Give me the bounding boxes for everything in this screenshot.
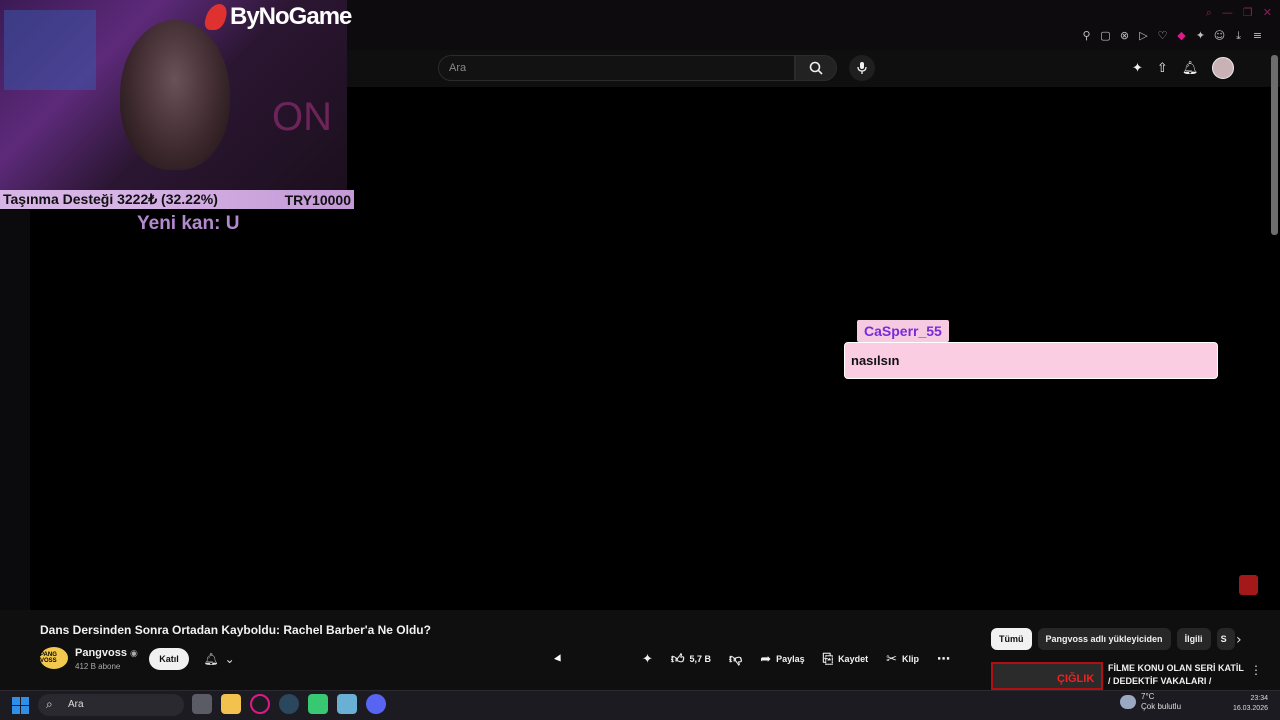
file-explorer-icon[interactable] <box>221 694 241 714</box>
ask-button[interactable]: ✦ <box>636 648 659 670</box>
heart-icon[interactable]: ♡ <box>1156 29 1169 42</box>
chip-from-uploader[interactable]: Pangvoss adlı yükleyiciden <box>1037 628 1171 650</box>
channel-name[interactable]: Pangvoss ◉ <box>75 647 138 659</box>
puzzle-icon[interactable]: ✦ <box>1194 29 1207 42</box>
system-clock[interactable]: 23:34 16.03.2026 <box>1226 694 1268 714</box>
search-input[interactable]: Ara <box>438 55 795 81</box>
recommended-video-title[interactable]: FİLME KONU OLAN SERİ KATİL / DEDEKTİF VA… <box>1108 662 1248 688</box>
neon-sign: ON <box>272 95 332 139</box>
taskbar-apps <box>192 694 386 714</box>
task-view-icon[interactable] <box>192 694 212 714</box>
profile-icon[interactable]: ☺ <box>1213 29 1226 42</box>
window-controls[interactable]: ⌕ — ❐ ✕ <box>1206 6 1272 20</box>
discord-icon[interactable] <box>366 694 386 714</box>
chip-related[interactable]: İlgili <box>1176 628 1211 650</box>
close-icon[interactable]: ✕ <box>1263 6 1272 20</box>
donation-goal-bar: Taşınma Desteği 3222₺ (32.22%) TRY10000 <box>0 190 354 209</box>
voice-search-button[interactable] <box>849 55 875 81</box>
settings-app-icon[interactable] <box>337 694 357 714</box>
share-icon: ➦ <box>760 651 772 667</box>
clock-date: 16.03.2026 <box>1232 705 1268 712</box>
chip-partial[interactable]: S <box>1216 628 1235 650</box>
channel-name-text[interactable]: Pangvoss <box>75 647 127 659</box>
taskbar-search[interactable]: Ara <box>38 694 184 716</box>
background-poster <box>4 10 96 90</box>
notification-bell-icon[interactable]: 🔔︎ <box>1182 61 1199 76</box>
weather-desc: Çok bulutlu <box>1141 702 1182 711</box>
search-icon[interactable]: ⌕ <box>1206 6 1212 20</box>
chevron-down-icon: ⌄ <box>224 652 235 666</box>
upload-icon[interactable]: ⇧ <box>1157 61 1168 76</box>
clock-time: 23:34 <box>1250 695 1268 702</box>
recommendation-chips: Tümü Pangvoss adlı yükleyiciden İlgili S <box>991 628 1235 650</box>
search-button[interactable] <box>795 55 837 81</box>
weather-text: 7°C Çok bulutlu <box>1141 692 1181 712</box>
bookmark-icon: ⎘ <box>822 651 834 667</box>
cloud-icon <box>1120 695 1136 709</box>
thumbs-down-icon: 👎︎ <box>729 651 743 667</box>
verified-icon: ◉ <box>130 649 138 659</box>
weather-temp: 7°C <box>1141 692 1155 701</box>
bynogame-logo: ByNoGame <box>202 3 352 31</box>
sparkle-icon[interactable]: ✦ <box>1132 61 1143 76</box>
clip-button[interactable]: ✂ Klip <box>880 648 925 670</box>
scrollbar-thumb[interactable] <box>1271 55 1278 235</box>
video-actions: ✦ 👍︎ 5,7 B 👎︎ ➦ Paylaş ⎘ Kaydet ✂ Klip ⋯ <box>636 648 956 670</box>
chat-message: nasılsın <box>844 342 1218 379</box>
thumbnail-text: ÇIĞLIK <box>1057 673 1095 685</box>
header-actions: ✦ ⇧ 🔔︎ <box>1132 57 1235 79</box>
browser-toolbar: ⚲ ▢ ⊗ ▷ ♡ ◆ ✦ ☺ ⤓ ≡ <box>1080 29 1264 42</box>
like-count: 5,7 B <box>689 654 712 664</box>
clip-label: Klip <box>901 654 919 664</box>
menu-icon[interactable]: ≡ <box>1251 29 1264 42</box>
play-icon[interactable]: ▷ <box>1137 29 1150 42</box>
game-launcher-icon[interactable] <box>308 694 328 714</box>
video-title: Dans Dersinden Sonra Ortadan Kayboldu: R… <box>40 623 431 637</box>
chip-all[interactable]: Tümü <box>991 628 1032 650</box>
pin-icon[interactable]: ⚲ <box>1080 29 1093 42</box>
microphone-icon <box>857 62 867 74</box>
chevron-right-icon[interactable]: › <box>1236 632 1242 648</box>
donation-goal-text: TRY10000 <box>284 191 351 208</box>
join-button[interactable]: Katıl <box>149 648 189 670</box>
like-button[interactable]: 👍︎ 5,7 B <box>665 648 717 670</box>
subscriber-count: 412 B abone <box>75 662 121 671</box>
youtube-play-icon <box>1239 575 1258 595</box>
download-icon[interactable]: ⤓ <box>1232 29 1245 42</box>
block-icon[interactable]: ⊗ <box>1118 29 1131 42</box>
tab-icon[interactable]: ▢ <box>1099 29 1112 42</box>
chat-username: CaSperr_55 <box>857 320 949 342</box>
more-vertical-icon[interactable]: ⋮ <box>1250 663 1262 677</box>
dislike-button[interactable]: 👎︎ <box>723 648 748 670</box>
save-button[interactable]: ⎘ Kaydet <box>817 648 874 670</box>
more-horizontal-icon: ⋯ <box>936 651 950 667</box>
scissors-icon: ✂ <box>886 651 897 667</box>
account-avatar[interactable] <box>1212 57 1235 79</box>
share-button[interactable]: ➦ Paylaş <box>754 648 810 670</box>
save-label: Kaydet <box>838 654 869 664</box>
minimize-icon[interactable]: — <box>1222 6 1233 20</box>
sparkle-icon: ✦ <box>642 651 653 667</box>
marquee-text: Yeni kan: U <box>137 213 240 234</box>
weather-widget[interactable]: 7°C Çok bulutlu <box>1120 692 1181 712</box>
donation-progress-text: Taşınma Desteği 3222₺ (32.22%) <box>3 191 218 207</box>
bynogame-mark-icon <box>202 4 230 30</box>
steam-icon[interactable] <box>279 694 299 714</box>
search-icon <box>809 61 823 75</box>
bell-icon: 🔔︎ <box>203 652 219 666</box>
streamer-face <box>120 20 230 170</box>
notification-toggle[interactable]: 🔔︎ ⌄ <box>197 648 241 670</box>
channel-avatar[interactable]: PANG VOSS <box>40 647 68 669</box>
windows-start-icon[interactable] <box>12 697 29 714</box>
opera-gx-icon[interactable] <box>250 694 270 714</box>
thumbs-up-icon: 👍︎ <box>670 651 685 667</box>
more-actions-button[interactable]: ⋯ <box>931 648 956 670</box>
restore-icon[interactable]: ❐ <box>1243 6 1253 20</box>
search-icon: ⌕ <box>46 697 53 711</box>
extension-icon[interactable]: ◆ <box>1175 29 1188 42</box>
recommended-video-thumbnail[interactable]: ÇIĞLIK <box>991 662 1103 690</box>
brand-text: ByNoGame <box>230 3 352 30</box>
share-label: Paylaş <box>776 654 805 664</box>
